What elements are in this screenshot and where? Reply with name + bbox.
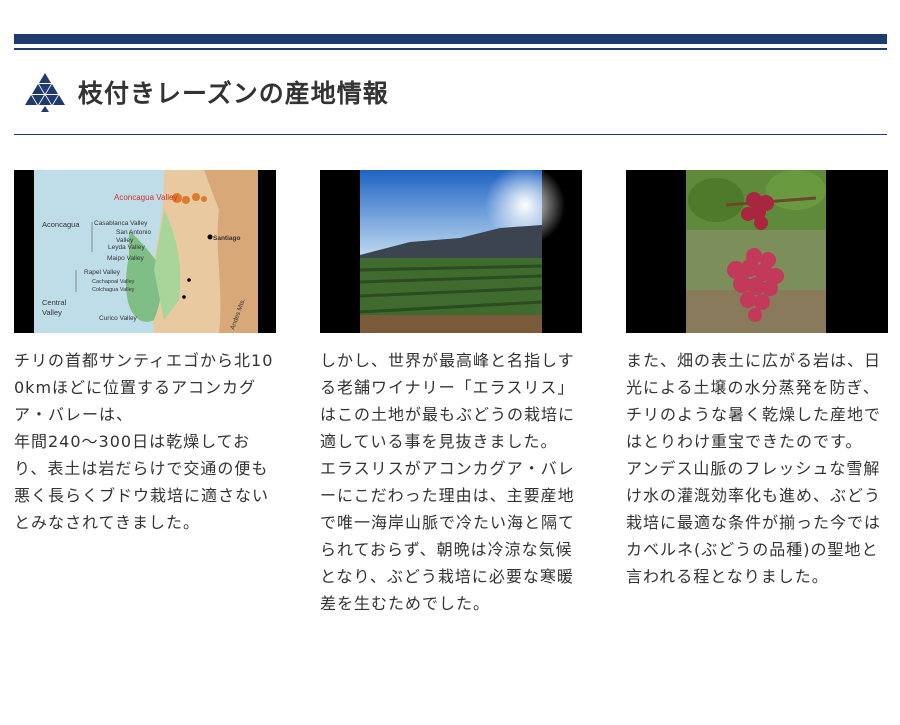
heading-divider [14, 134, 887, 135]
paragraph: 年間240〜300日は乾燥しており、表土は岩だらけで交通の便も悪く長らくブドウ栽… [14, 432, 270, 532]
map-label-santiago: Santiago [213, 235, 240, 242]
map-label-san-antonio-2: Valley [116, 237, 134, 244]
column-text: また、畑の表土に広がる岩は、日光による土壌の水分蒸発を防ぎ、チリのような暑く乾燥… [626, 347, 888, 590]
paragraph: しかし、世界が最高峰と名指しする老舗ワイナリー「エラスリス」はこの土地が最もぶど… [320, 351, 576, 451]
vineyard-photo-image [320, 170, 582, 333]
header-top-bar [14, 34, 887, 44]
map-label-leyda: Leyda Valley [108, 244, 145, 251]
column-text: しかし、世界が最高峰と名指しする老舗ワイナリー「エラスリス」はこの土地が最もぶど… [320, 347, 582, 617]
map-label-casablanca: Casablanca Valley [94, 220, 148, 227]
red-grapes-photo-image [626, 170, 888, 333]
map-label-aconcagua: Aconcagua [42, 220, 80, 229]
map-label-rapel: Rapel Valley [84, 269, 121, 276]
map-label-colchagua: Colchagua Valley [92, 287, 135, 293]
page-title: 枝付きレーズンの産地情報 [78, 79, 389, 108]
chile-wine-region-map-image: Aconcagua Valley Aconcagua Casablanca Va… [14, 170, 276, 333]
paragraph: アンデス山脈のフレッシュな雪解け水の灌漑効率化も進め、ぶどう栽培に最適な条件が揃… [626, 459, 882, 586]
paragraph: エラスリスがアコンカグア・バレーにこだわった理由は、主要産地で唯一海岸山脈で冷た… [320, 459, 576, 613]
paragraph: チリの首都サンティエゴから北100kmほどに位置するアコンカグア・バレーは、 [14, 351, 274, 424]
info-column-map: Aconcagua Valley Aconcagua Casablanca Va… [14, 170, 276, 536]
map-label-aconcagua-valley: Aconcagua Valley [114, 193, 177, 202]
map-label-maipo: Maipo Valley [107, 255, 144, 262]
map-label-cachapoal: Cachapoal Valley [92, 279, 135, 285]
map-label-curico: Curico Valley [99, 315, 138, 322]
map-label-central-1: Central [42, 298, 67, 307]
info-column-grapes: また、畑の表土に広がる岩は、日光による土壌の水分蒸発を防ぎ、チリのような暑く乾燥… [626, 170, 888, 590]
triangle-lattice-logo-icon [25, 73, 65, 112]
info-column-vineyard: しかし、世界が最高峰と名指しする老舗ワイナリー「エラスリス」はこの土地が最もぶど… [320, 170, 582, 617]
map-label-central-2: Valley [42, 308, 62, 317]
map-label-san-antonio-1: San Antonio [116, 229, 151, 236]
column-text: チリの首都サンティエゴから北100kmほどに位置するアコンカグア・バレーは、 年… [14, 347, 276, 536]
section-heading: 枝付きレーズンの産地情報 [24, 68, 389, 116]
header-top-rule [14, 48, 887, 50]
paragraph: また、畑の表土に広がる岩は、日光による土壌の水分蒸発を防ぎ、チリのような暑く乾燥… [626, 351, 882, 451]
